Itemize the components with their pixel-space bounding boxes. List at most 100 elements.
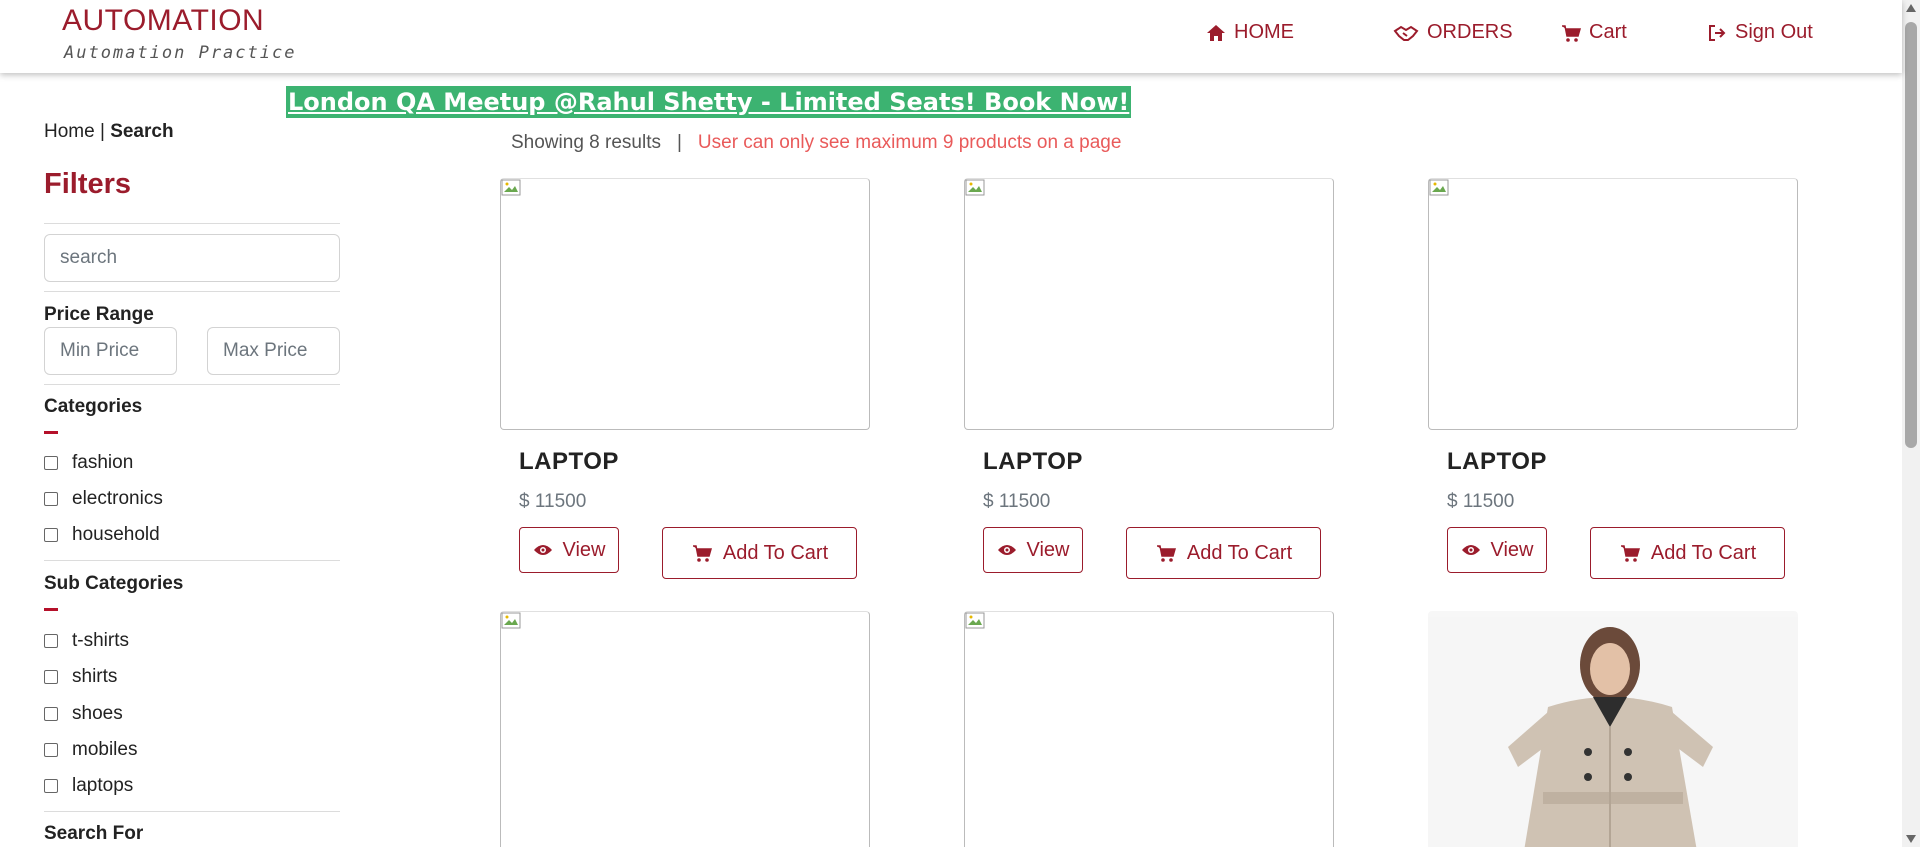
category-fashion-checkbox[interactable]: fashion [44, 452, 133, 474]
breadcrumb-current: Search [110, 121, 174, 142]
product-price: $ 11500 [519, 491, 587, 512]
scrollbar-thumb[interactable] [1905, 22, 1917, 448]
view-button[interactable]: View [983, 527, 1083, 573]
broken-image-icon [965, 179, 985, 196]
product-price: $ 11500 [983, 491, 1051, 512]
add-to-cart-label: Add To Cart [722, 541, 829, 564]
divider [44, 811, 340, 812]
view-button-label: View [1026, 538, 1070, 561]
view-button-label: View [562, 538, 606, 561]
add-to-cart-label: Add To Cart [1650, 541, 1757, 564]
promo-banner-link[interactable]: London QA Meetup @Rahul Shetty - Limited… [286, 86, 1132, 118]
page-scrollbar[interactable] [1902, 0, 1920, 847]
coat-model-image [1428, 617, 1798, 847]
cart-icon [1620, 545, 1640, 562]
product-image [500, 178, 870, 430]
brand-subtitle: Automation Practice [64, 43, 297, 63]
nav-cart-label: Cart [1589, 21, 1627, 43]
scroll-down-arrow-icon[interactable] [1906, 835, 1916, 843]
product-name: LAPTOP [519, 448, 619, 475]
nav-home-link[interactable]: HOME [1206, 21, 1294, 44]
view-button[interactable]: View [1447, 527, 1547, 573]
view-button[interactable]: View [519, 527, 619, 573]
search-input[interactable]: search [44, 234, 340, 282]
checkbox[interactable] [44, 743, 58, 757]
sign-out-icon [1707, 23, 1727, 43]
product-image [964, 611, 1334, 847]
product-image [500, 611, 870, 847]
brand-title[interactable]: AUTOMATION [62, 4, 264, 38]
subcategory-laptops-checkbox[interactable]: laptops [44, 775, 133, 797]
add-to-cart-button[interactable]: Add To Cart [1126, 527, 1321, 579]
home-icon [1206, 23, 1226, 43]
results-count: Showing 8 results [511, 132, 661, 153]
checkbox[interactable] [44, 492, 58, 506]
broken-image-icon [501, 612, 521, 629]
category-electronics-checkbox[interactable]: electronics [44, 488, 163, 510]
product-card: LAPTOP $ 11500 View Add To Cart [1428, 178, 1798, 579]
divider [44, 384, 340, 385]
product-card [500, 611, 870, 847]
price-range-label: Price Range [44, 304, 154, 325]
product-image [964, 178, 1334, 430]
add-to-cart-button[interactable]: Add To Cart [1590, 527, 1785, 579]
product-image-coat [1428, 611, 1798, 847]
subcategory-label: t-shirts [72, 630, 129, 651]
product-card [1428, 611, 1798, 847]
eye-icon [533, 545, 552, 555]
top-navbar: AUTOMATION Automation Practice HOME ORDE… [0, 0, 1902, 73]
divider [44, 560, 340, 561]
checkbox[interactable] [44, 707, 58, 721]
subcategory-shirts-checkbox[interactable]: shirts [44, 666, 117, 688]
section-accent-bar [44, 431, 58, 434]
handshake-icon [1393, 23, 1419, 43]
add-to-cart-button[interactable]: Add To Cart [662, 527, 857, 579]
nav-signout-link[interactable]: Sign Out [1707, 21, 1813, 44]
categories-label: Categories [44, 396, 143, 417]
nav-orders-link[interactable]: ORDERS [1393, 21, 1513, 44]
breadcrumb-home[interactable]: Home [44, 121, 95, 142]
checkbox[interactable] [44, 634, 58, 648]
product-card: LAPTOP $ 11500 View Add To Cart [500, 178, 870, 579]
product-card: LAPTOP $ 11500 View Add To Cart [964, 178, 1334, 579]
eye-icon [997, 545, 1016, 555]
subcategory-label: shoes [72, 703, 123, 724]
checkbox[interactable] [44, 779, 58, 793]
subcategory-label: shirts [72, 666, 118, 687]
subcategory-shoes-checkbox[interactable]: shoes [44, 703, 123, 725]
checkbox[interactable] [44, 456, 58, 470]
nav-signout-label: Sign Out [1735, 21, 1813, 43]
subcategory-mobiles-checkbox[interactable]: mobiles [44, 739, 137, 761]
product-card [964, 611, 1334, 847]
results-limit-warning: User can only see maximum 9 products on … [697, 132, 1122, 153]
filters-title: Filters [44, 168, 132, 200]
category-label: fashion [72, 452, 134, 473]
cart-icon [1561, 23, 1581, 43]
broken-image-icon [965, 612, 985, 629]
category-label: electronics [72, 488, 163, 509]
min-price-input[interactable]: Min Price [44, 327, 177, 375]
view-button-label: View [1490, 538, 1534, 561]
nav-cart-link[interactable]: Cart [1561, 21, 1627, 44]
results-summary: Showing 8 results | User can only see maxi… [511, 132, 1121, 154]
category-household-checkbox[interactable]: household [44, 524, 160, 546]
search-for-label: Search For [44, 823, 144, 844]
product-name: LAPTOP [1447, 448, 1547, 475]
subcategory-tshirts-checkbox[interactable]: t-shirts [44, 630, 129, 652]
add-to-cart-label: Add To Cart [1186, 541, 1293, 564]
breadcrumb-separator: | [94, 121, 111, 142]
broken-image-icon [1429, 179, 1449, 196]
checkbox[interactable] [44, 670, 58, 684]
subcategories-label: Sub Categories [44, 573, 184, 594]
scroll-up-arrow-icon[interactable] [1906, 4, 1916, 12]
checkbox[interactable] [44, 528, 58, 542]
max-price-input[interactable]: Max Price [207, 327, 340, 375]
cart-icon [692, 545, 712, 562]
results-separator: | [676, 132, 682, 153]
cart-icon [1156, 545, 1176, 562]
category-label: household [72, 524, 160, 545]
eye-icon [1461, 545, 1480, 555]
nav-orders-label: ORDERS [1427, 21, 1513, 43]
divider [44, 291, 340, 292]
divider [44, 223, 340, 224]
